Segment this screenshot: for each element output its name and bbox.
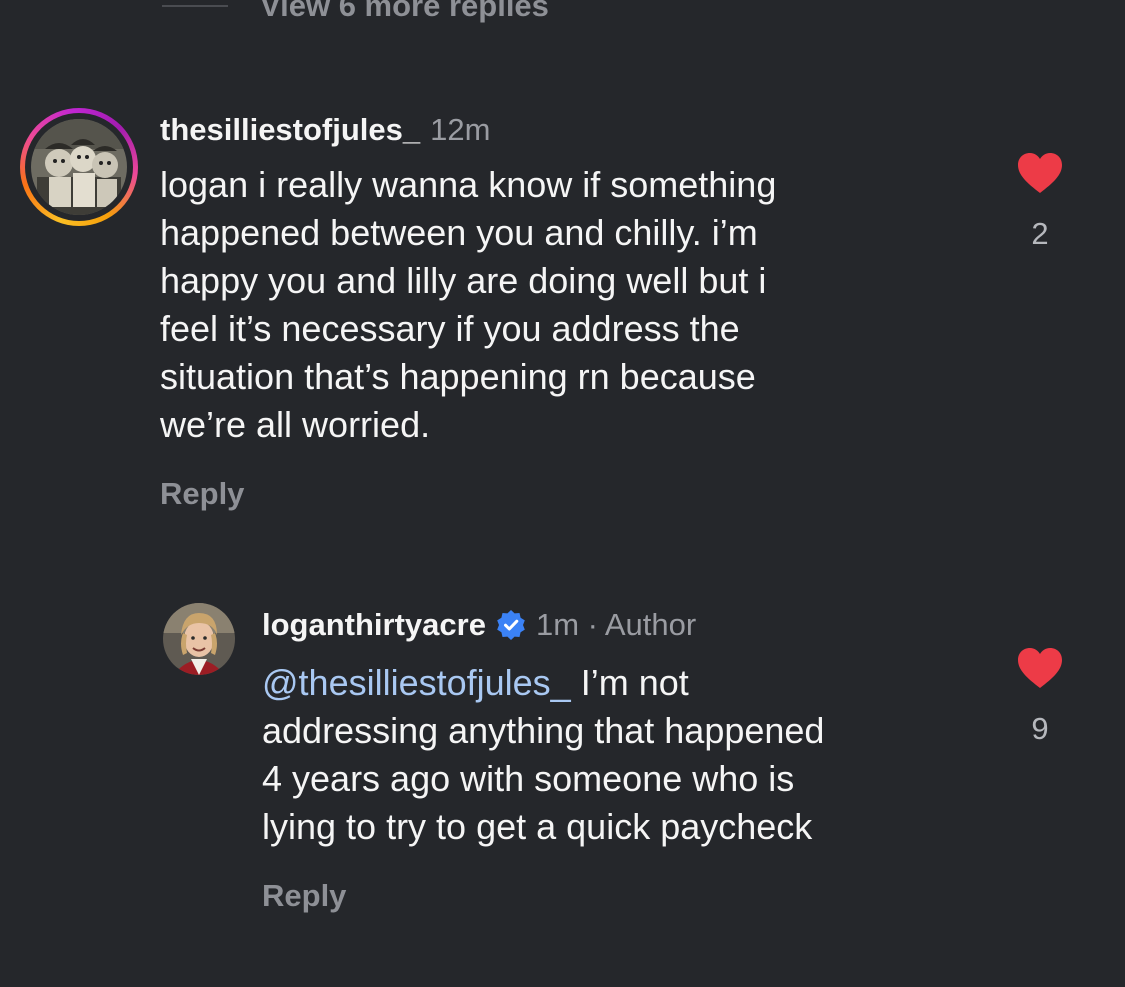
avatar-story-ring[interactable] <box>20 108 138 226</box>
thread-line <box>162 5 228 7</box>
mention-link[interactable]: @thesilliestofjules_ <box>262 662 571 703</box>
comment-text: @thesilliestofjules_ I’m not addressing … <box>262 659 982 851</box>
comment-header: loganthirtyacre 1m · Author <box>262 605 696 645</box>
reply-button[interactable]: Reply <box>262 878 346 914</box>
avatar-image-icon <box>31 119 127 215</box>
avatar-image-icon <box>163 603 235 675</box>
comment-timestamp: 12m <box>430 112 491 147</box>
view-more-replies[interactable]: View 6 more replies <box>162 0 549 26</box>
avatar[interactable] <box>163 603 235 675</box>
comment-header: thesilliestofjules_ 12m <box>160 110 490 150</box>
view-more-replies-label: View 6 more replies <box>260 0 549 23</box>
like-count: 2 <box>1031 216 1049 251</box>
comment-timestamp: 1m · Author <box>535 607 697 642</box>
like-button[interactable]: 2 <box>1010 152 1070 252</box>
avatar <box>31 119 127 215</box>
verified-badge-icon <box>497 610 525 640</box>
comment: thesilliestofjules_ 12m logan i really w… <box>0 100 1125 530</box>
reply-comment: loganthirtyacre 1m · Author @thesilliest… <box>0 595 1125 955</box>
like-button[interactable]: 9 <box>1010 647 1070 747</box>
comment-text: logan i really wanna know if something h… <box>160 164 777 445</box>
like-count: 9 <box>1031 711 1049 746</box>
heart-filled-icon <box>1018 648 1062 688</box>
heart-filled-icon <box>1018 153 1062 193</box>
reply-button[interactable]: Reply <box>160 476 244 512</box>
comment-username[interactable]: loganthirtyacre <box>262 607 486 643</box>
comment-username[interactable]: thesilliestofjules_ <box>160 112 420 148</box>
